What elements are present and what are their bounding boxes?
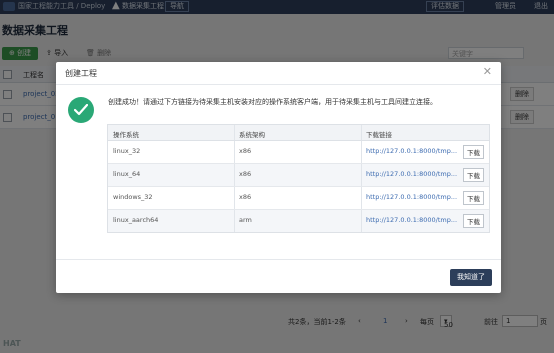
column-divider [361,141,362,163]
column-divider [234,210,235,232]
column-divider [234,125,235,140]
column-divider [361,164,362,186]
success-message: 创建成功！请通过下方链接为待采集主机安装对应的操作系统客户端，用于待采集主机与工… [108,98,437,106]
download-button[interactable]: 下载 [463,191,484,205]
confirm-button[interactable]: 我知道了 [450,269,492,286]
column-divider [234,187,235,209]
table-row: linux_64 x86 http://127.0.0.1:8000/tmp..… [108,164,489,187]
column-divider [361,187,362,209]
download-table: 操作系统 系统架构 下载链接 linux_32 x86 http://127.0… [107,124,490,233]
download-link[interactable]: http://127.0.0.1:8000/tmp... [366,170,457,178]
download-table-header: 操作系统 系统架构 下载链接 [108,125,489,141]
download-button[interactable]: 下载 [463,145,484,159]
download-button[interactable]: 下载 [463,168,484,182]
download-link[interactable]: http://127.0.0.1:8000/tmp... [366,147,457,155]
column-header-arch: 系统架构 [239,131,265,139]
dialog-footer-divider [56,259,501,260]
arch-cell: x86 [239,170,252,178]
os-cell: windows_32 [113,193,153,201]
column-header-link: 下载链接 [366,131,392,139]
download-button[interactable]: 下载 [463,214,484,228]
create-project-dialog: 创建工程 ✕ 创建成功！请通过下方链接为待采集主机安装对应的操作系统客户端，用于… [56,62,501,293]
arch-cell: arm [239,216,252,224]
column-divider [234,164,235,186]
dialog-header: 创建工程 ✕ [56,62,501,85]
os-cell: linux_32 [113,147,141,155]
os-cell: linux_aarch64 [113,216,159,224]
arch-cell: x86 [239,147,252,155]
column-divider [361,210,362,232]
table-row: windows_32 x86 http://127.0.0.1:8000/tmp… [108,187,489,210]
table-row: linux_32 x86 http://127.0.0.1:8000/tmp..… [108,141,489,164]
column-header-os: 操作系统 [113,131,139,139]
table-row: linux_aarch64 arm http://127.0.0.1:8000/… [108,210,489,232]
column-divider [234,141,235,163]
column-divider [361,125,362,140]
success-check-icon [68,97,94,123]
os-cell: linux_64 [113,170,141,178]
download-link[interactable]: http://127.0.0.1:8000/tmp... [366,216,457,224]
arch-cell: x86 [239,193,252,201]
dialog-title: 创建工程 [65,69,97,78]
download-link[interactable]: http://127.0.0.1:8000/tmp... [366,193,457,201]
close-icon[interactable]: ✕ [483,66,492,77]
